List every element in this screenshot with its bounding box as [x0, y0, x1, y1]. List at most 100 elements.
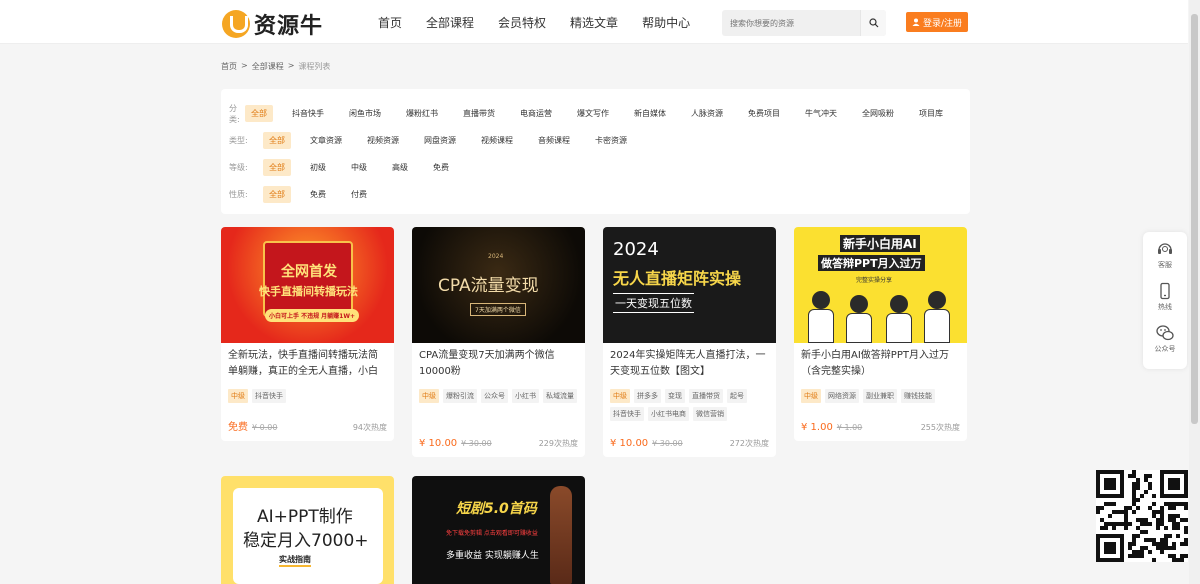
float-customer-service[interactable]: 客服	[1156, 240, 1174, 282]
course-tag[interactable]: 微信营销	[693, 407, 727, 421]
course-tag[interactable]: 小红书电商	[648, 407, 689, 421]
thumb-line2: 稳定月入7000+	[243, 531, 369, 551]
filter-option[interactable]: 项目库	[913, 105, 949, 122]
nav-all-courses[interactable]: 全部课程	[426, 14, 474, 31]
filter-option[interactable]: 初级	[304, 159, 332, 176]
tag-list: 中级 网络资源 副业兼职 赚钱技能	[794, 383, 967, 403]
course-tag[interactable]: 赚钱技能	[901, 389, 935, 403]
course-tag[interactable]: 公众号	[481, 389, 508, 403]
course-tag[interactable]: 拼多多	[634, 389, 661, 403]
filter-option[interactable]: 闲鱼市场	[343, 105, 387, 122]
course-title[interactable]: 全新玩法，快手直播间转播玩法简单躺赚，真正的全无人直播，小白	[221, 343, 394, 383]
course-tag[interactable]: 直播带货	[689, 389, 723, 403]
course-tag[interactable]: 副业兼职	[863, 389, 897, 403]
login-label: 登录/注册	[923, 18, 963, 29]
breadcrumb-current: 课程列表	[298, 62, 331, 71]
filter-option[interactable]: 新自媒体	[628, 105, 672, 122]
person-silhouette	[550, 486, 572, 584]
course-card[interactable]: 全网首发 快手直播间转播玩法 小白可上手 不违规 月躺赚1W+ 全新玩法，快手直…	[221, 227, 394, 441]
course-title[interactable]: CPA流量变现7天加满两个微信10000粉	[412, 343, 585, 383]
scrollbar[interactable]	[1189, 0, 1200, 584]
course-card[interactable]: AI+PPT制作 稳定月入7000+ 实战指南	[221, 476, 394, 584]
filter-option[interactable]: 电商运营	[514, 105, 558, 122]
course-tag[interactable]: 私域流量	[543, 389, 577, 403]
course-thumbnail[interactable]: 新手小白用AI 做答辩PPT月入过万 完整实操分享	[794, 227, 967, 343]
thumb-line1: 2024	[613, 239, 659, 260]
breadcrumb-all-courses[interactable]: 全部课程	[252, 61, 284, 72]
thumb-line2: CPA流量变现	[438, 276, 539, 296]
filter-option[interactable]: 免费	[304, 186, 332, 203]
thumb-line2: 免下载免剪辑 点击观看即可赚收益	[446, 530, 538, 537]
course-thumbnail[interactable]: 全网首发 快手直播间转播玩法 小白可上手 不违规 月躺赚1W+	[221, 227, 394, 343]
course-tag[interactable]: 变现	[665, 389, 685, 403]
filter-option[interactable]: 全部	[263, 186, 291, 203]
filter-option[interactable]: 人脉资源	[685, 105, 729, 122]
nav-home[interactable]: 首页	[378, 14, 402, 31]
heat-count: 272次热度	[729, 439, 769, 448]
level-tag: 中级	[801, 389, 821, 403]
float-label: 公众号	[1154, 345, 1176, 353]
scrollbar-thumb[interactable]	[1191, 14, 1198, 424]
filter-option[interactable]: 免费	[427, 159, 455, 176]
course-tag[interactable]: 起号	[727, 389, 747, 403]
price: ¥ 10.00	[419, 438, 458, 449]
logo-text: 资源牛	[254, 14, 324, 39]
filter-option[interactable]: 牛气冲天	[799, 105, 843, 122]
course-meta: ¥ 10.00 ¥ 30.00 272次热度	[610, 438, 769, 449]
nav-membership[interactable]: 会员特权	[498, 14, 546, 31]
course-thumbnail[interactable]: AI+PPT制作 稳定月入7000+ 实战指南	[221, 476, 394, 584]
course-tag[interactable]: 爆粉引流	[443, 389, 477, 403]
course-tag[interactable]: 小红书	[512, 389, 539, 403]
course-card[interactable]: 新手小白用AI 做答辩PPT月入过万 完整实操分享 新手小白用AI做答辩PPT月…	[794, 227, 967, 441]
filter-option[interactable]: 付费	[345, 186, 373, 203]
filter-option[interactable]: 全网吸粉	[856, 105, 900, 122]
filter-option[interactable]: 视频课程	[475, 132, 519, 149]
filter-option[interactable]: 全部	[263, 159, 291, 176]
filter-option[interactable]: 网盘资源	[418, 132, 462, 149]
thumb-line2: 快手直播间转播玩法	[259, 285, 358, 298]
course-card[interactable]: 2024 无人直播矩阵实操 一天变现五位数 2024年实操矩阵无人直播打法，一天…	[603, 227, 776, 457]
thumb-line1: 新手小白用AI	[840, 235, 920, 252]
course-tag[interactable]: 网络资源	[825, 389, 859, 403]
course-tag[interactable]: 抖音快手	[610, 407, 644, 421]
course-thumbnail[interactable]: 2024 无人直播矩阵实操 一天变现五位数	[603, 227, 776, 343]
course-card[interactable]: 2024 CPA流量变现 7天加满两个微信 CPA流量变现7天加满两个微信100…	[412, 227, 585, 457]
float-label: 客服	[1158, 261, 1172, 269]
filter-option[interactable]: 音频课程	[532, 132, 576, 149]
course-thumbnail[interactable]: 短剧5.0首码 免下载免剪辑 点击观看即可赚收益 多重收益 实现躺赚人生	[412, 476, 585, 584]
thumb-line1: 短剧5.0首码	[456, 501, 537, 517]
search-button[interactable]	[860, 10, 886, 36]
nav-articles[interactable]: 精选文章	[570, 14, 618, 31]
filter-option[interactable]: 中级	[345, 159, 373, 176]
course-card[interactable]: 短剧5.0首码 免下载免剪辑 点击观看即可赚收益 多重收益 实现躺赚人生	[412, 476, 585, 584]
heat-count: 229次热度	[538, 439, 578, 448]
main-nav: 首页 全部课程 会员特权 精选文章 帮助中心	[366, 0, 702, 44]
filter-option[interactable]: 视频资源	[361, 132, 405, 149]
filter-option[interactable]: 抖音快手	[286, 105, 330, 122]
course-title[interactable]: 新手小白用AI做答辩PPT月入过万（含完整实操）	[794, 343, 967, 383]
float-hotline[interactable]: 热线	[1156, 282, 1174, 324]
filter-option[interactable]: 免费项目	[742, 105, 786, 122]
filter-option[interactable]: 卡密资源	[589, 132, 633, 149]
search-input[interactable]	[722, 10, 860, 36]
filter-option[interactable]: 文章资源	[304, 132, 348, 149]
filter-row-category: 分类: 全部 抖音快手 闲鱼市场 爆粉红书 直播带货 电商运营 爆文写作 新自媒…	[229, 100, 962, 127]
breadcrumb-home[interactable]: 首页	[221, 61, 237, 72]
float-wechat[interactable]: 公众号	[1155, 324, 1176, 366]
course-thumbnail[interactable]: 2024 CPA流量变现 7天加满两个微信	[412, 227, 585, 343]
filter-option[interactable]: 直播带货	[457, 105, 501, 122]
course-title[interactable]: 2024年实操矩阵无人直播打法，一天变现五位数【图文】	[603, 343, 776, 383]
filter-option[interactable]: 高级	[386, 159, 414, 176]
course-meta: ¥ 10.00 ¥ 30.00 229次热度	[419, 438, 578, 449]
filter-option[interactable]: 全部	[263, 132, 291, 149]
course-tag[interactable]: 抖音快手	[252, 389, 286, 403]
people-illustration	[808, 289, 953, 343]
filter-row-nature: 性质: 全部 免费 付费	[229, 181, 962, 208]
login-register-button[interactable]: 登录/注册	[906, 12, 969, 32]
nav-help[interactable]: 帮助中心	[642, 14, 690, 31]
breadcrumb-separator: >	[287, 61, 295, 70]
filter-option[interactable]: 爆粉红书	[400, 105, 444, 122]
filter-option[interactable]: 全部	[245, 105, 273, 122]
site-logo[interactable]: 资源牛	[222, 8, 323, 40]
filter-option[interactable]: 爆文写作	[571, 105, 615, 122]
